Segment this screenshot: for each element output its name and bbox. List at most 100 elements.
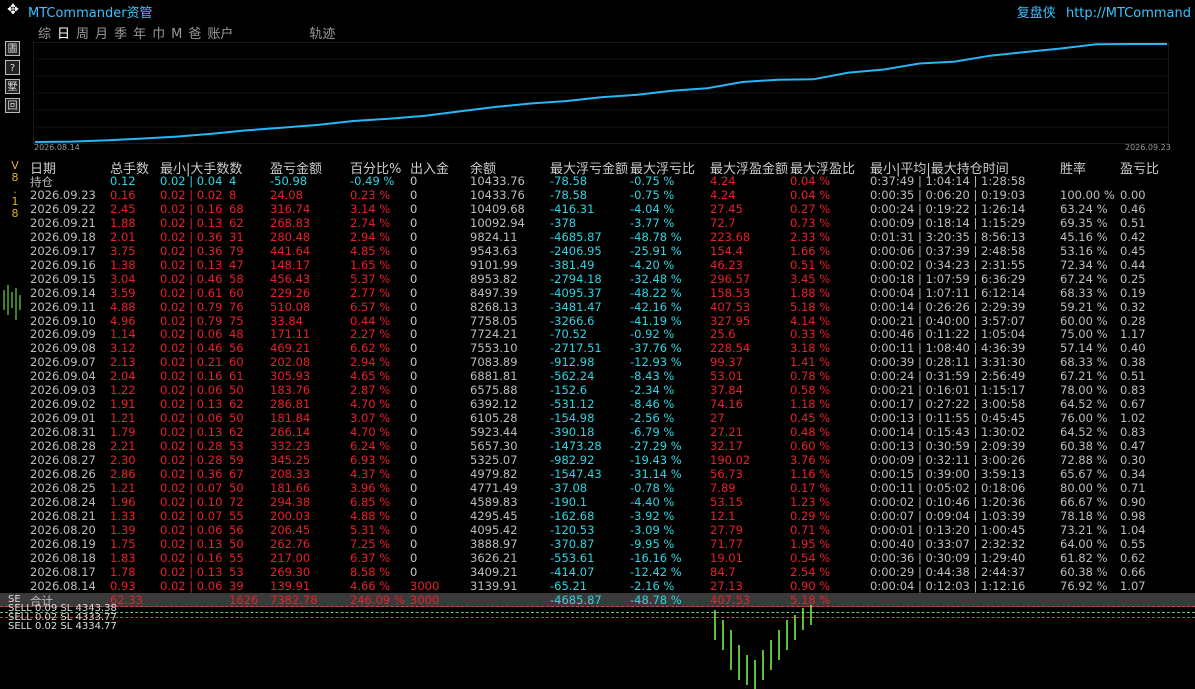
- cell-balance: 4979.82: [470, 466, 518, 481]
- tab-7[interactable]: M: [171, 27, 182, 42]
- cell-pct: 4.70 %: [350, 397, 391, 412]
- cell-float-loss-pct: -12.42 %: [630, 564, 682, 579]
- tab-9[interactable]: 账户: [207, 27, 233, 42]
- cell-float-loss-pct: -4.40 %: [630, 494, 675, 509]
- tab-3[interactable]: 月: [95, 27, 108, 42]
- cell-balance: 4771.49: [470, 480, 518, 495]
- cell-minmax: 0.02 | 0.36: [160, 229, 223, 244]
- cell-balance: 6392.12: [470, 397, 518, 412]
- cell-float-profit-pct: 0.04 %: [790, 174, 831, 188]
- cell-win: 67.21 %: [1060, 369, 1108, 384]
- cell-count: 62: [229, 215, 244, 230]
- cell-pl: 208.33: [270, 466, 311, 481]
- tab-0[interactable]: 综: [38, 27, 51, 42]
- report-icon[interactable]: 圕: [5, 41, 20, 56]
- cell-float-loss: -381.49: [550, 257, 595, 272]
- cell-time: 0:00:21 | 0:16:01 | 1:15:17: [870, 383, 1026, 398]
- cell-io: 0: [410, 494, 418, 509]
- cell-io: 0: [410, 369, 418, 384]
- cell-minmax: 0.02 | 0.61: [160, 285, 223, 300]
- cell-win: 69.35 %: [1060, 215, 1108, 230]
- cell-float-loss-pct: -37.76 %: [630, 341, 682, 356]
- replay-label[interactable]: 复盘侠: [1017, 6, 1056, 21]
- website-link[interactable]: http://MTCommand: [1066, 6, 1191, 21]
- cell-win: 73.21 %: [1060, 522, 1108, 537]
- tab-4[interactable]: 季: [114, 27, 127, 42]
- table-row: 2026.09.01 1.21 0.02 | 0.06 50 181.84 3.07 % 0…: [0, 411, 1195, 425]
- cell-float-profit: 27.45: [710, 201, 743, 216]
- cell-float-profit-pct: 1.88 %: [790, 285, 831, 300]
- tab-1[interactable]: 日: [57, 27, 70, 42]
- cell-pl: 280.48: [270, 229, 311, 244]
- table-row: 2026.08.31 1.79 0.02 | 0.13 62 266.14 4.70 % 0…: [0, 425, 1195, 439]
- cell-ratio: 0.19: [1120, 285, 1146, 300]
- cell-date: 2026.08.24: [30, 494, 96, 509]
- cell-minmax: 0.02 | 0.36: [160, 243, 223, 258]
- cell-date: 2026.08.21: [30, 508, 96, 523]
- cell-time: 0:00:21 | 0:40:00 | 3:57:07: [870, 313, 1026, 328]
- cell-win: 75.00 %: [1060, 327, 1108, 342]
- cell-io: 0: [410, 257, 418, 272]
- cell-minmax: 0.02 | 0.06: [160, 411, 223, 426]
- cell-io: 0: [410, 285, 418, 300]
- cell-minmax: 0.02 | 0.06: [160, 383, 223, 398]
- help-icon[interactable]: ?: [5, 60, 20, 75]
- cell-minmax: 0.02 | 0.46: [160, 341, 223, 356]
- tab-8[interactable]: 爸: [188, 27, 201, 42]
- cell-float-loss: -390.18: [550, 425, 595, 440]
- cell-pl: 202.08: [270, 355, 311, 370]
- cell-pl: 229.26: [270, 285, 311, 300]
- cell-ratio: 0.32: [1120, 299, 1146, 314]
- cell-float-loss: -37.08: [550, 480, 588, 495]
- tab-10[interactable]: 轨迹: [309, 27, 335, 42]
- cell-pct: -0.49 %: [350, 174, 395, 188]
- cell-pct: 4.88 %: [350, 508, 391, 523]
- cell-win: 64.00 %: [1060, 536, 1108, 551]
- cell-win: 64.52 %: [1060, 425, 1108, 440]
- cell-total: 4.96: [110, 313, 136, 328]
- cell-time: 0:01:31 | 3:20:35 | 8:56:13: [870, 229, 1026, 244]
- cell-pl: 200.03: [270, 508, 311, 523]
- list-icon[interactable]: 墅: [5, 79, 20, 94]
- cell-date: 2026.09.11: [30, 299, 96, 314]
- move-icon[interactable]: ✥: [4, 1, 22, 19]
- tab-2[interactable]: 周: [76, 27, 89, 42]
- cell-total: 3.75: [110, 243, 136, 258]
- cell-count: 50: [229, 480, 244, 495]
- cell-float-profit: 25.6: [710, 327, 736, 342]
- cell-minmax: 0.02 | 0.13: [160, 257, 223, 272]
- cell-float-profit: 71.77: [710, 536, 743, 551]
- cell-float-profit-pct: 1.16 %: [790, 466, 831, 481]
- cell-ratio: 0.25: [1120, 271, 1146, 286]
- cell-pl: 7382.78: [270, 592, 318, 607]
- cell-float-profit-pct: 1.23 %: [790, 494, 831, 509]
- cell-pl: 510.08: [270, 299, 311, 314]
- cell-time: 0:00:09 | 0:32:11 | 3:00:26: [870, 453, 1026, 467]
- cell-minmax: 0.02 | 0.21: [160, 355, 223, 370]
- cell-balance: 4295.45: [470, 508, 518, 523]
- cell-float-loss: -370.87: [550, 536, 595, 551]
- cell-io: 0: [410, 355, 418, 370]
- cell-total: 0.12: [110, 174, 136, 188]
- tab-6[interactable]: 巾: [152, 27, 165, 42]
- cell-win: 80.00 %: [1060, 480, 1108, 495]
- cell-float-profit: 27: [710, 411, 725, 426]
- cell-balance: 9824.11: [470, 229, 518, 244]
- cell-count: 50: [229, 536, 244, 551]
- window-icon[interactable]: 回: [5, 98, 20, 113]
- cell-io: 0: [410, 299, 418, 314]
- cell-float-profit-pct: 0.90 %: [790, 578, 831, 593]
- cell-float-profit-pct: 3.45 %: [790, 271, 831, 286]
- cell-time: 0:00:02 | 0:34:23 | 2:31:55: [870, 257, 1026, 272]
- cell-balance: 5657.30: [470, 439, 518, 454]
- cell-float-loss-pct: -4.20 %: [630, 257, 675, 272]
- cell-total: 1.22: [110, 383, 136, 398]
- table-row: 2026.09.08 3.12 0.02 | 0.46 56 469.21 6.62 % 0…: [0, 341, 1195, 355]
- cell-io: 0: [410, 397, 418, 412]
- cell-pct: 4.66 %: [350, 578, 391, 593]
- cell-float-profit-pct: 5.18 %: [790, 299, 831, 314]
- tab-5[interactable]: 年: [133, 27, 146, 42]
- cell-time: 0:00:29 | 0:44:38 | 2:44:37: [870, 564, 1026, 579]
- cell-win: 45.16 %: [1060, 229, 1108, 244]
- cell-total: 1.96: [110, 494, 136, 509]
